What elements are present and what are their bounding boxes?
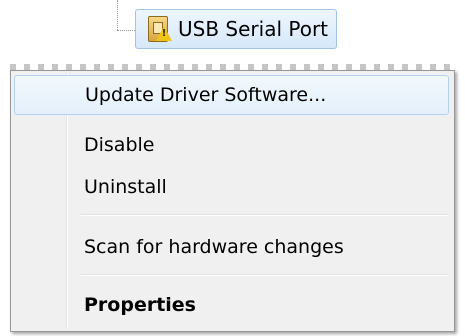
device-manager-view: ! USB Serial Port Update Driver Software…	[0, 0, 465, 336]
tree-connector-vertical	[117, 0, 118, 30]
tree-node-label: USB Serial Port	[178, 17, 329, 41]
menu-item-label: Update Driver Software...	[85, 84, 327, 106]
menu-item-update-driver[interactable]: Update Driver Software...	[14, 75, 449, 115]
tree-node-usb-serial-port[interactable]: ! USB Serial Port	[135, 9, 338, 49]
menu-item-label: Scan for hardware changes	[84, 236, 344, 258]
usb-device-warning-icon: !	[142, 14, 172, 44]
menu-separator	[81, 214, 449, 216]
menu-item-uninstall[interactable]: Uninstall	[14, 167, 449, 207]
menu-item-label: Properties	[84, 294, 196, 316]
menu-item-label: Uninstall	[84, 176, 167, 198]
menu-item-disable[interactable]: Disable	[14, 125, 449, 165]
menu-item-label: Disable	[84, 134, 155, 156]
context-menu: Update Driver Software... Disable Uninst…	[10, 70, 455, 332]
menu-item-scan-hardware[interactable]: Scan for hardware changes	[14, 227, 449, 267]
menu-item-properties[interactable]: Properties	[14, 285, 449, 325]
menu-separator	[81, 274, 449, 276]
